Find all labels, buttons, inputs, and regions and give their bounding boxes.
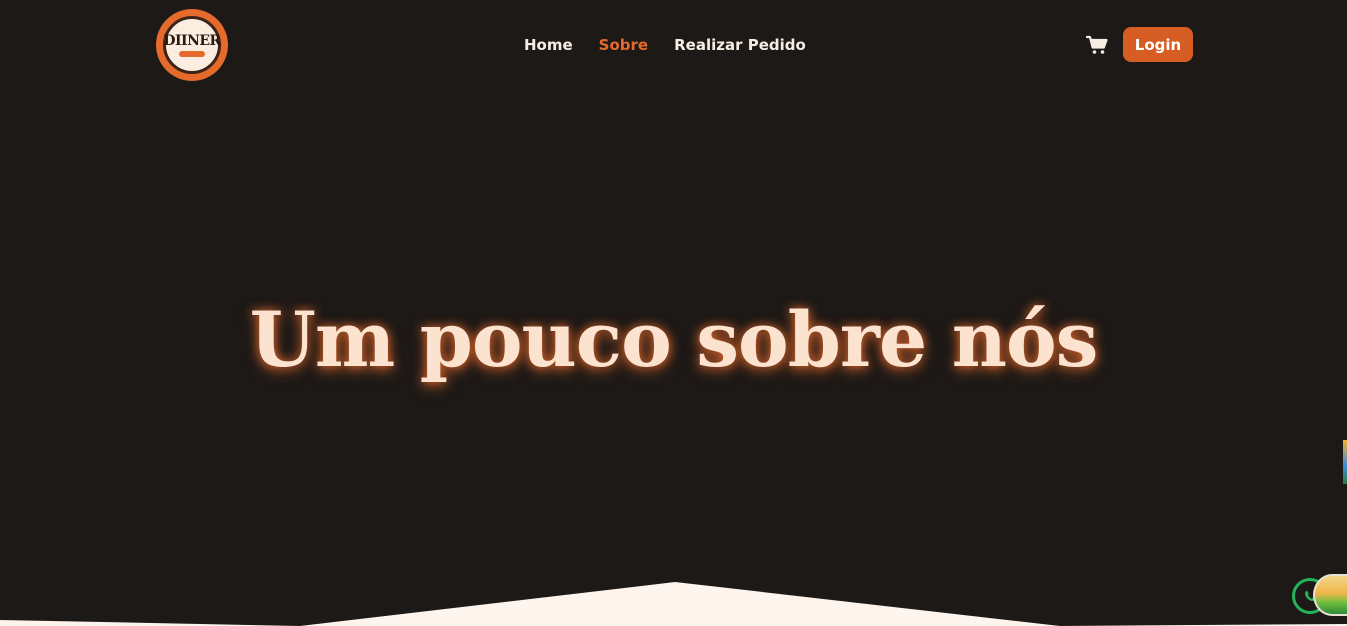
diner-logo[interactable]: DIINER	[156, 9, 228, 81]
side-feedback-tab[interactable]	[1343, 440, 1347, 484]
logo-badge: DIINER	[163, 16, 221, 74]
logo-text: DIINER	[163, 32, 221, 49]
site-header: DIINER Home Sobre Realizar Pedido Login	[0, 0, 1347, 90]
floating-avatar-badge[interactable]	[1313, 574, 1347, 616]
logo-accent	[179, 50, 205, 57]
section-divider	[0, 582, 1347, 626]
main-nav: Home Sobre Realizar Pedido	[524, 35, 806, 55]
nav-home[interactable]: Home	[524, 35, 573, 55]
nav-sobre[interactable]: Sobre	[599, 35, 648, 55]
cart-icon[interactable]	[1085, 35, 1108, 55]
login-button[interactable]: Login	[1123, 27, 1193, 62]
page-title: Um pouco sobre nós	[249, 295, 1099, 384]
nav-realizar-pedido[interactable]: Realizar Pedido	[674, 35, 806, 55]
